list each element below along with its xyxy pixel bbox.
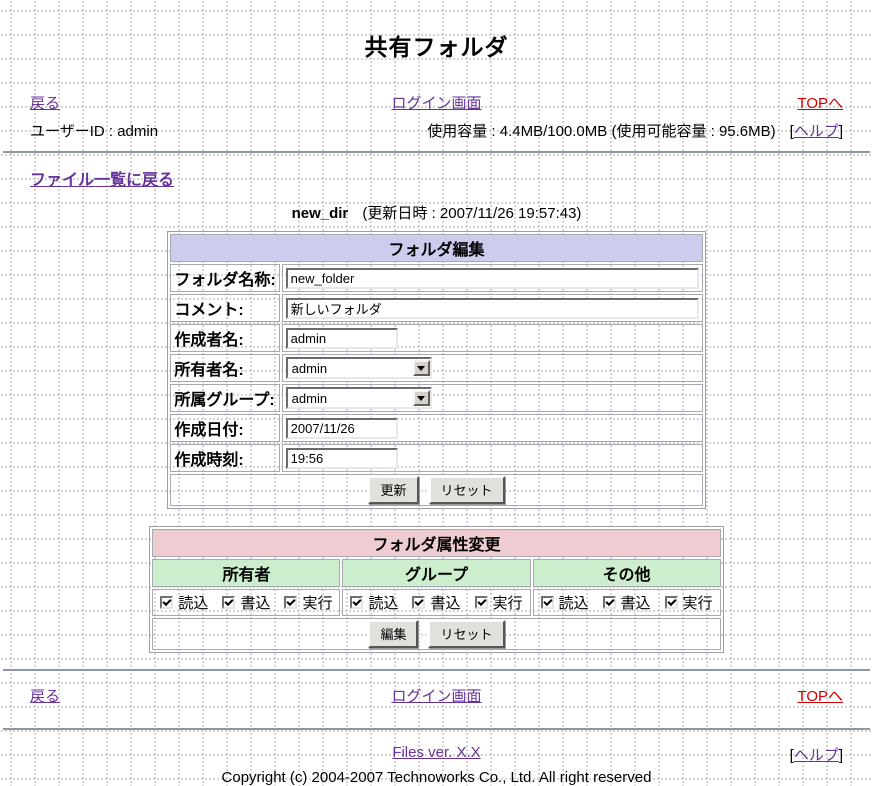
perm-label: 読込 xyxy=(559,592,589,613)
owner-select-value: admin xyxy=(288,361,413,376)
owner-write-checkbox[interactable] xyxy=(222,596,235,609)
create-time-label: 作成時刻: xyxy=(170,444,279,472)
directory-info-line: new_dir (更新日時 : 2007/11/26 19:57:43) xyxy=(0,202,873,223)
comment-label: コメント: xyxy=(170,294,279,322)
group-column-header: グループ xyxy=(342,559,530,587)
group-select[interactable]: admin xyxy=(286,387,432,409)
owner-perm-cell: 読込 書込 実行 xyxy=(152,589,340,616)
perm-label: 書込 xyxy=(430,592,460,613)
top-nav-row: 戻る ログイン画面 TOPへ xyxy=(0,92,873,113)
owner-column-header: 所有者 xyxy=(152,559,340,587)
owner-label: 所有者名: xyxy=(170,354,279,382)
folder-attr-table: フォルダ属性変更 所有者 グループ その他 読込 書込 実行 読込 書込 実行 読込 書込… xyxy=(149,526,723,653)
perm-label: 書込 xyxy=(240,592,270,613)
creator-label: 作成者名: xyxy=(170,324,279,352)
folder-edit-header: フォルダ編集 xyxy=(170,234,702,262)
folder-name-input[interactable] xyxy=(286,268,699,289)
perm-label: 実行 xyxy=(683,592,713,613)
version-link[interactable]: Files ver. X.X xyxy=(392,744,480,761)
back-link-bottom[interactable]: 戻る xyxy=(30,688,60,705)
folder-name-label: フォルダ名称: xyxy=(170,264,279,292)
perm-label: 読込 xyxy=(368,592,398,613)
chevron-down-icon xyxy=(413,360,430,376)
folder-edit-table: フォルダ編集 フォルダ名称: コメント: 作成者名: 所有者名: admin 所… xyxy=(167,231,705,509)
owner-exec-checkbox[interactable] xyxy=(284,596,297,609)
dir-updated: (更新日時 : 2007/11/26 19:57:43) xyxy=(362,205,581,222)
perm-label: 書込 xyxy=(621,592,651,613)
file-list-link[interactable]: ファイル一覧に戻る xyxy=(30,172,174,189)
login-link-top[interactable]: ログイン画面 xyxy=(391,95,481,112)
user-id-label: ユーザーID : admin xyxy=(30,120,158,141)
login-link-bottom[interactable]: ログイン画面 xyxy=(391,688,481,705)
create-time-input[interactable] xyxy=(286,448,398,469)
creator-input[interactable] xyxy=(286,328,398,349)
group-label: 所属グループ: xyxy=(170,384,279,412)
create-date-input[interactable] xyxy=(286,418,398,439)
divider-mid xyxy=(3,669,870,671)
group-select-value: admin xyxy=(288,391,413,406)
divider-bottom xyxy=(3,728,870,730)
bracket-close: ] xyxy=(839,747,843,764)
other-perm-cell: 読込 書込 実行 xyxy=(533,589,721,616)
edit-button[interactable]: 編集 xyxy=(368,620,418,648)
group-write-checkbox[interactable] xyxy=(412,596,425,609)
top-link-top[interactable]: TOPへ xyxy=(797,95,843,112)
other-column-header: その他 xyxy=(533,559,721,587)
user-info-row: ユーザーID : admin 使用容量 : 4.4MB/100.0MB (使用可… xyxy=(0,120,873,141)
reset-button-edit[interactable]: リセット xyxy=(429,476,505,504)
help-link-top[interactable]: ヘルプ xyxy=(794,123,839,140)
perm-label: 実行 xyxy=(302,592,332,613)
create-date-label: 作成日付: xyxy=(170,414,279,442)
bottom-nav-row: 戻る ログイン画面 TOPへ xyxy=(0,685,873,706)
update-button[interactable]: 更新 xyxy=(368,476,418,504)
divider-top xyxy=(3,151,870,153)
owner-read-checkbox[interactable] xyxy=(160,596,173,609)
other-read-checkbox[interactable] xyxy=(541,596,554,609)
back-link-top[interactable]: 戻る xyxy=(30,95,60,112)
owner-select[interactable]: admin xyxy=(286,357,432,379)
chevron-down-icon xyxy=(413,390,430,406)
group-perm-cell: 読込 書込 実行 xyxy=(342,589,530,616)
group-read-checkbox[interactable] xyxy=(350,596,363,609)
version-row: Files ver. X.X [ヘルプ] xyxy=(0,744,873,761)
perm-label: 実行 xyxy=(493,592,523,613)
help-link-bottom[interactable]: ヘルプ xyxy=(794,747,839,764)
bracket-close: ] xyxy=(839,123,843,140)
page-title: 共有フォルダ xyxy=(0,0,873,62)
usage-label: 使用容量 : 4.4MB/100.0MB (使用可能容量 : 95.6MB) xyxy=(427,120,775,141)
help-link-wrap-bottom: [ヘルプ] xyxy=(790,744,843,765)
folder-attr-header: フォルダ属性変更 xyxy=(152,529,720,557)
perm-label: 読込 xyxy=(178,592,208,613)
other-exec-checkbox[interactable] xyxy=(665,596,678,609)
comment-input[interactable] xyxy=(286,298,699,319)
group-exec-checkbox[interactable] xyxy=(475,596,488,609)
other-write-checkbox[interactable] xyxy=(603,596,616,609)
help-link-wrap-top: [ヘルプ] xyxy=(790,120,843,141)
reset-button-attr[interactable]: リセット xyxy=(428,620,504,648)
copyright-text: Copyright (c) 2004-2007 Technoworks Co.,… xyxy=(0,769,873,786)
dir-name: new_dir xyxy=(292,205,349,222)
top-link-bottom[interactable]: TOPへ xyxy=(797,688,843,705)
